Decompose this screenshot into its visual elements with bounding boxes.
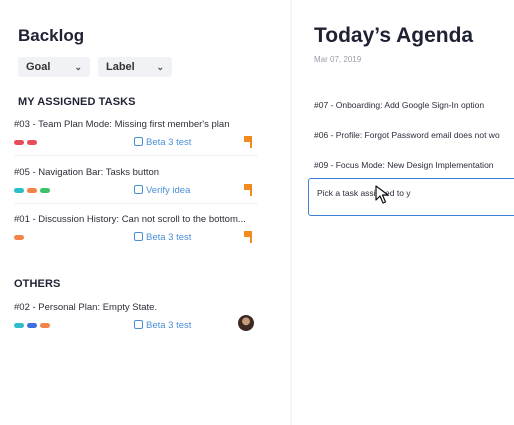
task-card[interactable]: #02 - Personal Plan: Empty State. Beta 3…: [14, 302, 258, 335]
label-dot: [14, 323, 24, 328]
task-labels: [14, 140, 37, 145]
task-title: #01 - Discussion History: Can not scroll…: [14, 214, 246, 225]
label-dot: [14, 140, 24, 145]
agenda-item[interactable]: #07 - Onboarding: Add Google Sign-In opt…: [314, 100, 484, 110]
others-heading: OTHERS: [14, 278, 61, 290]
task-title: #02 - Personal Plan: Empty State.: [14, 302, 158, 313]
backlog-title: Backlog: [18, 26, 85, 45]
task-labels: [14, 323, 50, 328]
goal-filter-label: Goal: [26, 61, 51, 73]
my-assigned-tasks-heading: MY ASSIGNED TASKS: [18, 96, 136, 108]
agenda-date: Mar 07, 2019: [314, 55, 362, 64]
label-filter-dropdown[interactable]: Label ⌄: [98, 57, 172, 77]
agenda-panel: Today’s Agenda Mar 07, 2019 #07 - Onboar…: [292, 0, 514, 425]
agenda-item[interactable]: #09 - Focus Mode: New Design Implementat…: [314, 160, 494, 170]
goal-icon: [134, 137, 143, 146]
divider: [14, 155, 258, 156]
mouse-pointer-icon: [375, 185, 389, 204]
label-dot: [27, 323, 37, 328]
task-card[interactable]: #03 - Team Plan Mode: Missing first memb…: [14, 119, 258, 152]
chevron-down-icon: ⌄: [156, 61, 164, 72]
goal-icon: [134, 232, 143, 241]
task-card[interactable]: #01 - Discussion History: Can not scroll…: [14, 214, 258, 247]
label-dot: [27, 140, 37, 145]
label-dot: [27, 188, 37, 193]
task-title: #05 - Navigation Bar: Tasks button: [14, 167, 160, 178]
backlog-panel: Backlog Goal ⌄ Label ⌄ MY ASSIGNED TASKS…: [0, 0, 290, 425]
goal-filter-dropdown[interactable]: Goal ⌄: [18, 57, 90, 77]
task-goal[interactable]: Beta 3 test: [134, 137, 191, 148]
priority-flag-icon[interactable]: [244, 184, 252, 196]
label-dot: [40, 188, 50, 193]
task-labels: [14, 235, 24, 240]
add-task-input-value: Pick a task assigned to y: [317, 188, 411, 198]
label-dot: [14, 235, 24, 240]
task-goal[interactable]: Verify idea: [134, 185, 190, 196]
label-dot: [14, 188, 24, 193]
task-goal[interactable]: Beta 3 test: [134, 320, 191, 331]
agenda-item[interactable]: #06 - Profile: Forgot Password email doe…: [314, 130, 500, 140]
task-labels: [14, 188, 50, 193]
task-title: #03 - Team Plan Mode: Missing first memb…: [14, 119, 230, 130]
divider: [14, 203, 258, 204]
task-card[interactable]: #05 - Navigation Bar: Tasks button Verif…: [14, 167, 258, 200]
add-task-input[interactable]: Pick a task assigned to y: [308, 178, 514, 216]
task-goal[interactable]: Beta 3 test: [134, 232, 191, 243]
agenda-title: Today’s Agenda: [314, 24, 474, 47]
priority-flag-icon[interactable]: [244, 231, 252, 243]
chevron-down-icon: ⌄: [74, 61, 82, 72]
label-filter-label: Label: [106, 61, 135, 73]
goal-icon: [134, 320, 143, 329]
assignee-avatar[interactable]: [238, 315, 254, 331]
goal-icon: [134, 185, 143, 194]
label-dot: [40, 323, 50, 328]
priority-flag-icon[interactable]: [244, 136, 252, 148]
